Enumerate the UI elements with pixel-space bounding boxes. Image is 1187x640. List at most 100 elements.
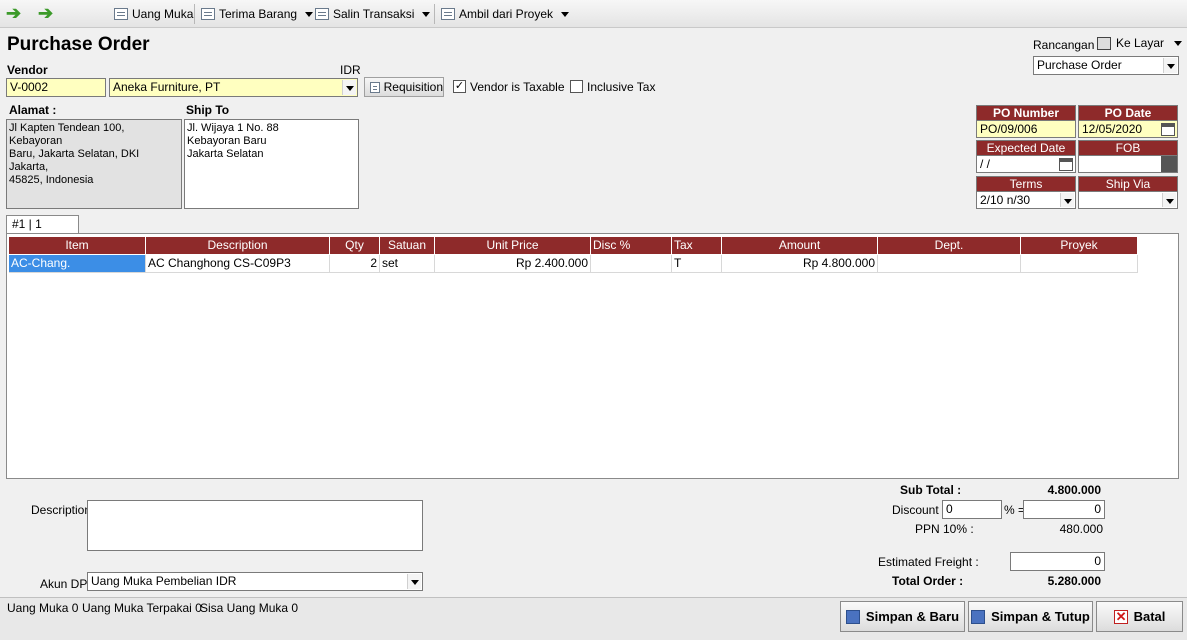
inclusive-tax-checkbox[interactable] — [570, 80, 583, 93]
table-row-tax-cell[interactable]: T — [672, 255, 722, 273]
akun-dp-value: Uang Muka Pembelian IDR — [91, 574, 237, 588]
column-header-qty[interactable]: Qty — [330, 237, 380, 254]
po-date-value: 12/05/2020 — [1082, 122, 1143, 136]
table-row-qty-cell[interactable]: 2 — [330, 255, 380, 273]
batal-button[interactable]: Batal — [1096, 601, 1183, 632]
alamat-line: Baru, Jakarta Selatan, DKI Jakarta, — [9, 148, 140, 173]
table-row-description-cell[interactable]: AC Changhong CS-C09P3 — [146, 255, 330, 273]
terms-select[interactable]: 2/10 n/30 — [976, 191, 1076, 209]
cancel-icon — [1113, 609, 1128, 625]
sub-total-label: Sub Total : — [900, 483, 962, 497]
po-number-field[interactable]: PO/09/006 — [976, 120, 1076, 138]
alamat-box: Jl Kapten Tendean 100, Kebayoran Baru, J… — [6, 119, 182, 209]
terms-value: 2/10 n/30 — [980, 193, 1031, 207]
salin-transaksi-button[interactable]: Salin Transaksi — [315, 5, 431, 23]
salin-transaksi-label: Salin Transaksi — [333, 7, 415, 21]
items-grid[interactable]: Item Description Qty Satuan Unit Price D… — [6, 233, 1179, 479]
column-header-amount[interactable]: Amount — [722, 237, 878, 254]
vendor-name-select[interactable]: Aneka Furniture, PT — [109, 78, 358, 97]
discount-amount-field[interactable]: 0 — [1023, 500, 1105, 519]
toolbar-divider — [434, 4, 435, 24]
sisa-uang-muka-status: Sisa Uang Muka 0 — [200, 601, 299, 615]
fob-label: FOB — [1078, 140, 1178, 156]
chevron-down-icon[interactable] — [561, 11, 570, 17]
batal-label: Batal — [1133, 609, 1166, 624]
column-header-proyek[interactable]: Proyek — [1021, 237, 1138, 254]
chevron-down-icon[interactable] — [422, 11, 431, 17]
expected-date-field[interactable]: / / — [976, 155, 1076, 173]
ship-via-label: Ship Via — [1078, 176, 1178, 192]
ambil-dari-proyek-button[interactable]: Ambil dari Proyek — [441, 5, 570, 23]
discount-percent-field[interactable]: 0 — [942, 500, 1002, 519]
akun-dp-label: Akun DP — [40, 577, 88, 591]
terima-barang-button[interactable]: Terima Barang — [201, 5, 314, 23]
calendar-icon[interactable] — [1161, 123, 1175, 136]
chevron-down-icon[interactable] — [1161, 156, 1177, 172]
template-select[interactable]: Purchase Order — [1033, 56, 1179, 75]
simpan-baru-button[interactable]: Simpan & Baru — [840, 601, 965, 632]
column-header-item[interactable]: Item — [9, 237, 146, 254]
alamat-line: 45825, Indonesia — [9, 174, 94, 186]
column-header-satuan[interactable]: Satuan — [380, 237, 435, 254]
ship-via-select[interactable] — [1078, 191, 1178, 209]
table-row-amount-cell[interactable]: Rp 4.800.000 — [722, 255, 878, 273]
terms-label: Terms — [976, 176, 1076, 192]
estimated-freight-field[interactable]: 0 — [1010, 552, 1105, 571]
column-header-disc[interactable]: Disc % — [591, 237, 672, 254]
uang-muka-status: Uang Muka 0 — [7, 601, 79, 615]
ship-to-field[interactable]: Jl. Wijaya 1 No. 88 Kebayoran Baru Jakar… — [184, 119, 359, 209]
template-value: Purchase Order — [1037, 58, 1122, 72]
sub-total-value: 4.800.000 — [1047, 483, 1101, 497]
forward-arrow-icon[interactable]: ➔ — [38, 4, 53, 22]
toolbar-divider — [194, 4, 195, 24]
akun-dp-select[interactable]: Uang Muka Pembelian IDR — [87, 572, 423, 591]
description-field[interactable] — [87, 500, 423, 551]
uang-muka-button[interactable]: Uang Muka — [114, 5, 193, 23]
column-header-unit-price[interactable]: Unit Price — [435, 237, 591, 254]
po-date-label: PO Date — [1078, 105, 1178, 121]
vendor-code-field[interactable]: V-0002 — [6, 78, 106, 97]
chevron-down-icon[interactable] — [1162, 193, 1176, 207]
column-header-tax[interactable]: Tax — [672, 237, 722, 254]
requisition-label: Requisition — [383, 80, 443, 94]
ship-to-line: Jl. Wijaya 1 No. 88 — [187, 122, 279, 134]
total-order-label: Total Order : — [892, 574, 964, 588]
po-number-label: PO Number — [976, 105, 1076, 121]
inclusive-tax-label: Inclusive Tax — [587, 80, 656, 94]
table-row-item-cell[interactable]: AC-Chang. — [9, 255, 146, 273]
percent-equals-label: % = — [1004, 503, 1026, 517]
estimated-freight-label: Estimated Freight : — [878, 555, 979, 569]
ship-to-label: Ship To — [186, 103, 230, 117]
simpan-tutup-button[interactable]: Simpan & Tutup — [968, 601, 1093, 632]
alamat-line: Jl Kapten Tendean 100, Kebayoran — [9, 122, 125, 147]
back-arrow-icon[interactable]: ➔ — [6, 4, 21, 22]
table-row-dept-cell[interactable] — [878, 255, 1021, 273]
table-row-satuan-cell[interactable]: set — [380, 255, 435, 273]
calendar-icon[interactable] — [1059, 158, 1073, 171]
vendor-label: Vendor — [7, 63, 48, 77]
page-title: Purchase Order — [7, 34, 150, 55]
total-order-value: 5.280.000 — [1047, 574, 1101, 588]
chevron-down-icon[interactable] — [407, 574, 421, 589]
currency-label: IDR — [340, 63, 361, 77]
chevron-down-icon[interactable] — [1163, 58, 1177, 73]
table-row-disc-cell[interactable] — [591, 255, 672, 273]
vendor-taxable-label: Vendor is Taxable — [470, 80, 565, 94]
po-date-field[interactable]: 12/05/2020 — [1078, 120, 1178, 138]
ke-layar-button[interactable]: Ke Layar — [1097, 34, 1183, 52]
discount-label: Discount : — [892, 503, 946, 517]
tab-barang[interactable]: #1 | 1 Barang — [6, 215, 79, 248]
rancangan-label: Rancangan — [1033, 38, 1095, 52]
table-row-proyek-cell[interactable] — [1021, 255, 1138, 273]
fob-select[interactable] — [1078, 155, 1178, 173]
vendor-taxable-checkbox[interactable]: ✓ — [453, 80, 466, 93]
chevron-down-icon[interactable] — [1174, 40, 1183, 46]
chevron-down-icon[interactable] — [305, 11, 314, 17]
chevron-down-icon[interactable] — [342, 80, 356, 95]
requisition-button[interactable]: Requisition — [364, 77, 444, 97]
column-header-description[interactable]: Description — [146, 237, 330, 254]
column-header-dept[interactable]: Dept. — [878, 237, 1021, 254]
table-row-unit-price-cell[interactable]: Rp 2.400.000 — [435, 255, 591, 273]
description-label: Description — [31, 503, 92, 517]
chevron-down-icon[interactable] — [1060, 193, 1074, 207]
